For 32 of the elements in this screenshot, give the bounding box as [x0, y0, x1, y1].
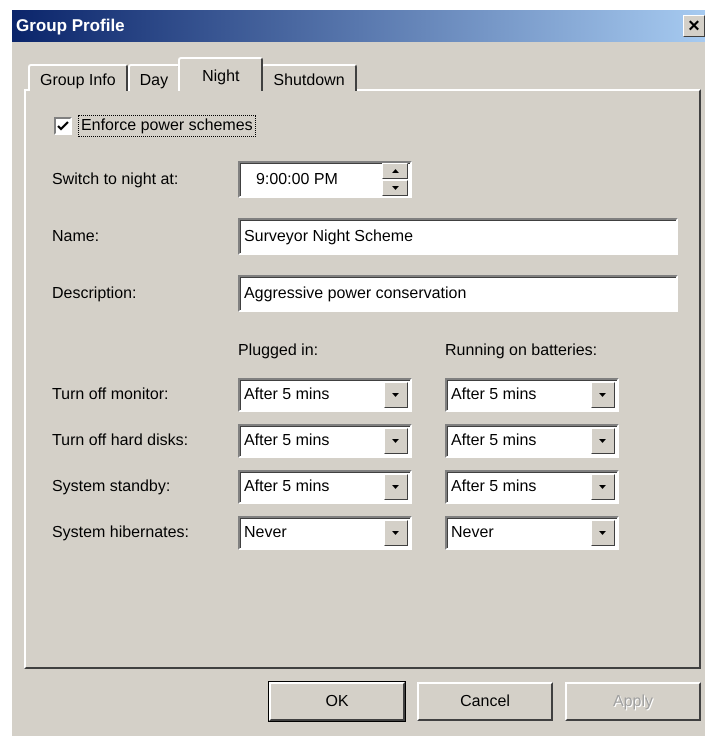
dropdown[interactable]: After 5 mins	[445, 378, 619, 412]
column-header: Running on batteries:	[445, 342, 598, 361]
dropdown[interactable]: After 5 mins	[445, 470, 619, 504]
dropdown[interactable]: Never	[238, 516, 412, 550]
input-field[interactable]: Aggressive power conservation	[238, 275, 678, 312]
field-label: Description:	[52, 284, 138, 302]
input-field[interactable]: Surveyor Night Scheme	[238, 218, 678, 255]
close-button[interactable]: ×	[683, 15, 705, 37]
dropdown[interactable]: After 5 mins	[238, 470, 412, 504]
tab[interactable]: Day	[128, 64, 180, 91]
tab[interactable]: Night	[178, 57, 264, 91]
dropdown[interactable]: After 5 mins	[238, 424, 412, 458]
setting-label: Turn off monitor:	[52, 386, 170, 404]
setting-label: System hibernates:	[52, 524, 190, 542]
dialog-button[interactable]: OK	[269, 682, 405, 721]
spin-down-icon[interactable]	[382, 180, 408, 196]
field-label: Switch to night at:	[52, 170, 180, 188]
column-header: Plugged in:	[238, 342, 320, 361]
checkbox[interactable]	[54, 117, 72, 135]
time-field[interactable]: 9:00:00 PM	[238, 161, 412, 198]
spin-up-icon[interactable]	[382, 163, 408, 179]
dialog-button[interactable]: Cancel	[417, 682, 553, 721]
setting-label: System standby:	[52, 478, 172, 496]
window-title: Group Profile	[16, 16, 125, 36]
dropdown[interactable]: After 5 mins	[238, 378, 412, 412]
setting-label: Turn off hard disks:	[52, 432, 190, 450]
dropdown[interactable]: After 5 mins	[445, 424, 619, 458]
tab[interactable]: Shutdown	[261, 64, 357, 91]
checkbox-label[interactable]: Enforce power schemes	[78, 115, 256, 137]
tab[interactable]: Group Info	[28, 64, 128, 91]
field-label: Name:	[52, 228, 100, 246]
dropdown[interactable]: Never	[445, 516, 619, 550]
